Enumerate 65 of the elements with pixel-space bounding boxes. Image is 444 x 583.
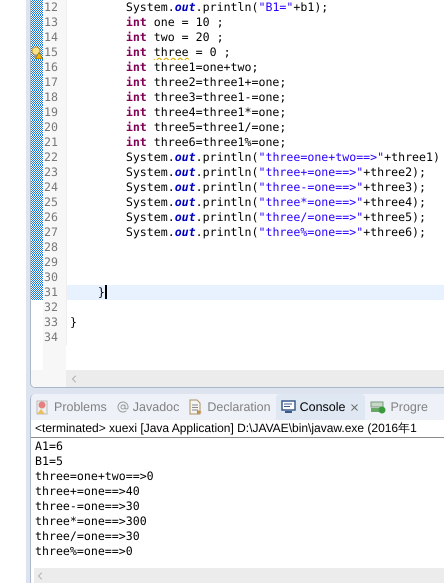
line-number: 34 (43, 330, 67, 345)
code-line: int three2=three1+=one; (124, 75, 286, 89)
console-output-line: three/=one==>30 (35, 529, 141, 544)
code-editor[interactable] (30, 0, 444, 388)
console-output-line: three-=one==>30 (35, 499, 141, 514)
code-line: System.out.println("three/=one==>"+three5); (124, 210, 426, 224)
view-tab[interactable]: Javadoc (112, 394, 184, 420)
code-line: System.out.println("three+=one==>"+three2); (124, 165, 426, 179)
line-number: 16 (43, 60, 67, 75)
text-caret (104, 285, 107, 299)
line-number: 30 (43, 270, 67, 285)
line-number: 20 (43, 120, 67, 135)
code-line: int three1=one+two; (124, 60, 258, 74)
line-number: 15 (43, 45, 67, 60)
console-header: <terminated> xuexi [Java Application] D:\JAVAE\bin\javaw.exe (2016年1 (31, 420, 444, 438)
line-number: 28 (43, 240, 67, 255)
console-output-line: A1=6 (35, 439, 64, 454)
console-output-line: three*=one==>300 (35, 514, 148, 529)
progress-icon (370, 400, 386, 414)
line-number: 23 (43, 165, 67, 180)
view-tab[interactable]: Console (276, 394, 366, 420)
code-line: int three6=three1%=one; (124, 135, 286, 149)
code-line: System.out.println("three-=one==>"+three3); (124, 180, 426, 194)
code-line: int three4=three1*=one; (124, 105, 286, 119)
line-number: 25 (43, 195, 67, 210)
code-line: System.out.println("three%=one==>"+three6); (124, 225, 426, 239)
line-number: 24 (43, 180, 67, 195)
line-number: 22 (43, 150, 67, 165)
document-icon (189, 399, 204, 415)
code-line: System.out.println("B1="+b1); (124, 0, 328, 14)
console-output-line: three+=one==>40 (35, 484, 141, 499)
line-number: 17 (43, 75, 67, 90)
close-icon[interactable] (349, 402, 360, 412)
at-sign-icon (116, 401, 129, 413)
console-output-line: three%=one==>0 (35, 544, 134, 559)
code-line: int one = 10 ; (124, 15, 224, 29)
line-number: 29 (43, 255, 67, 270)
line-number: 33 (43, 315, 67, 330)
line-number: 31 (43, 285, 67, 300)
view-tab[interactable]: Progre (365, 394, 433, 420)
line-number: 14 (43, 30, 67, 45)
view-tab[interactable]: Declaration (184, 394, 276, 420)
code-line: } (70, 315, 77, 329)
code-line: } (96, 285, 105, 299)
console-output-line: three=one+two==>0 (35, 469, 155, 484)
code-line: System.out.println("three=one+two==>"+three1) (124, 150, 440, 164)
horizontal-scrollbar[interactable] (66, 370, 444, 387)
line-number: 12 (43, 0, 67, 15)
code-line: int three3=three1-=one; (124, 90, 286, 104)
code-line: int three = 0 ; (124, 45, 231, 59)
line-number: 26 (43, 210, 67, 225)
code-line: System.out.println("three*=one==>"+three4); (124, 195, 426, 209)
problems-icon (36, 400, 50, 414)
code-line: int three5=three1/=one; (124, 120, 286, 134)
code-line: int two = 20 ; (124, 30, 224, 44)
horizontal-scrollbar[interactable] (34, 568, 444, 583)
line-number: 13 (43, 15, 67, 30)
console-output-line: B1=5 (35, 454, 64, 469)
line-number: 19 (43, 105, 67, 120)
view-tab[interactable]: Problems (31, 394, 112, 420)
line-number: 32 (43, 300, 67, 315)
monitor-icon (280, 400, 296, 414)
line-number: 18 (43, 90, 67, 105)
line-number: 21 (43, 135, 67, 150)
line-number: 27 (43, 225, 67, 240)
